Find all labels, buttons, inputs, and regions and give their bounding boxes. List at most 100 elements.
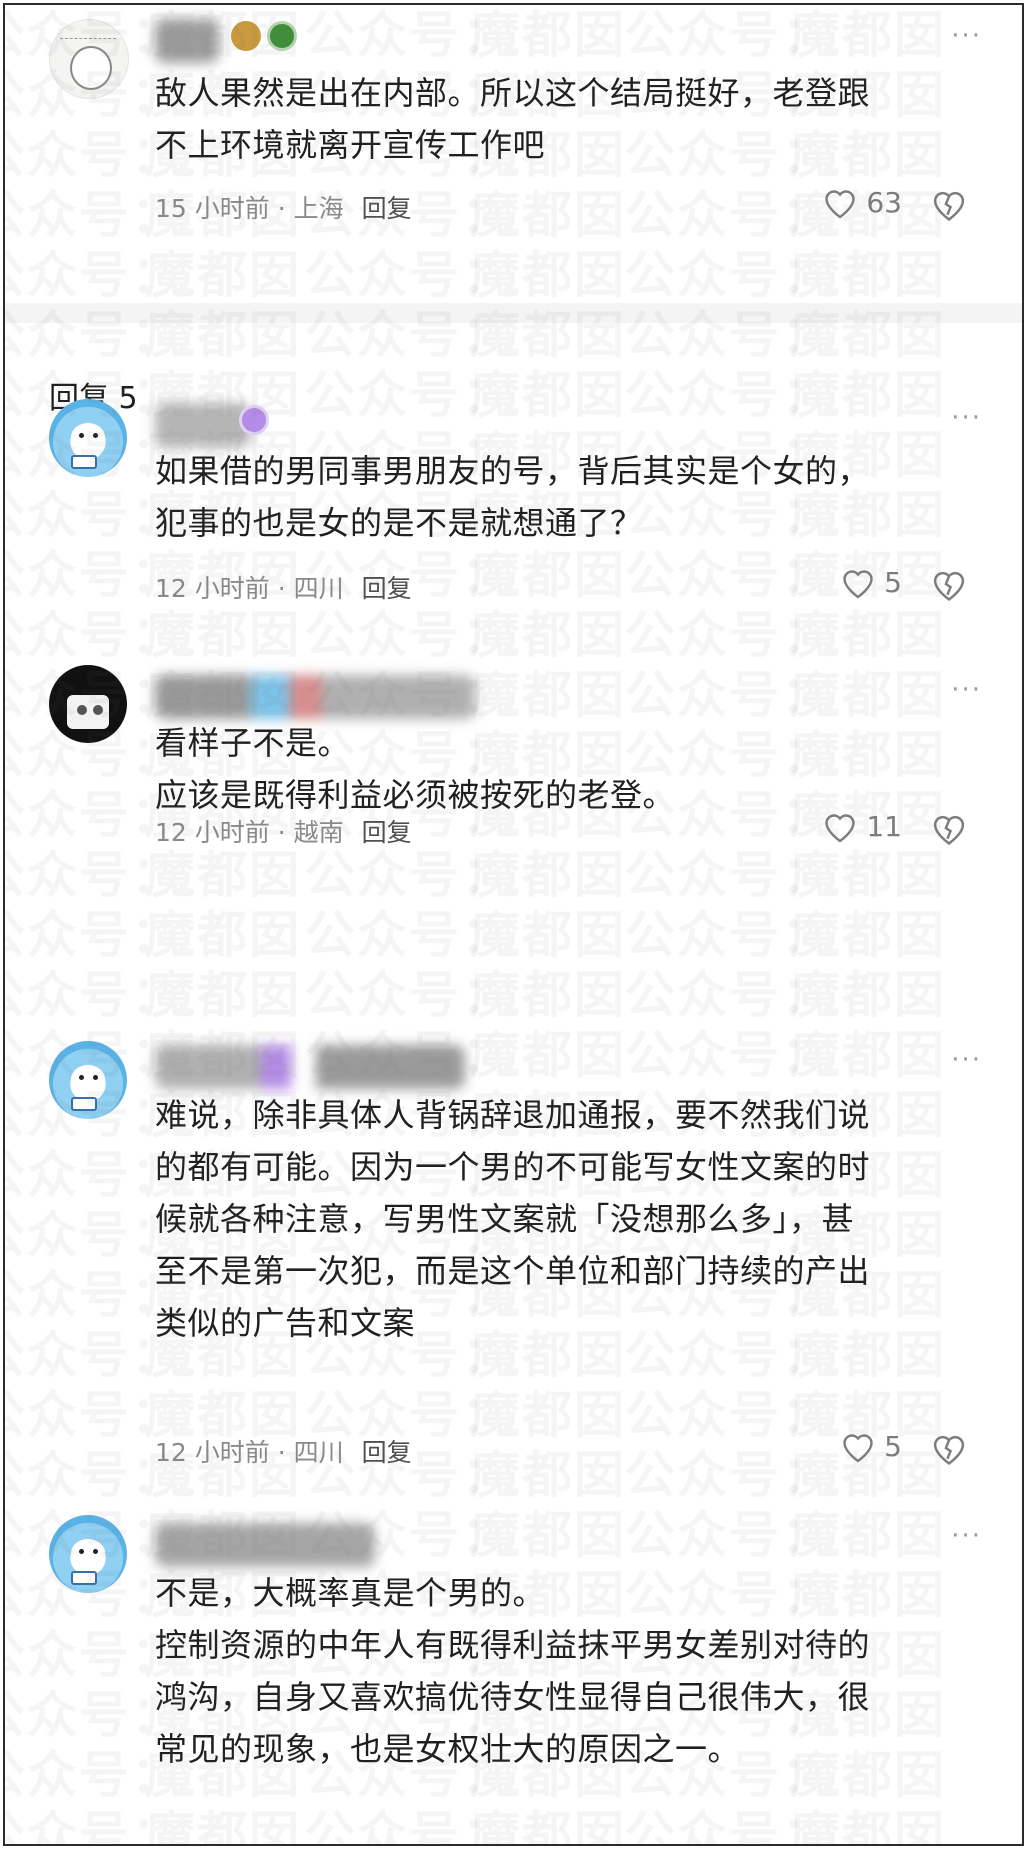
watermark-text: 公众号： xyxy=(305,366,513,424)
broken-heart-icon[interactable] xyxy=(930,1431,968,1465)
separator: · xyxy=(277,574,286,603)
watermark-text: 公众号： xyxy=(625,366,833,424)
more-options-icon[interactable]: ··· xyxy=(951,1045,982,1075)
reply-button[interactable]: 回复 xyxy=(362,1438,412,1467)
watermark-text: 公众号： xyxy=(305,1806,513,1846)
watermark-text: 公众号： xyxy=(625,1506,833,1564)
watermark-text: 魔都囡 xyxy=(470,906,626,964)
watermark-text: 魔都囡 xyxy=(790,846,946,904)
comment-time: 12 小时前 xyxy=(155,574,270,603)
like-count: 5 xyxy=(884,1429,902,1463)
watermark-text: 魔都囡 xyxy=(470,1506,626,1564)
astronaut-badge-icon xyxy=(71,455,97,469)
comment-line: 不是，大概率真是个男的。 xyxy=(155,1574,546,1612)
avatar[interactable] xyxy=(49,19,129,99)
watermark-text: 公众号： xyxy=(625,1386,833,1444)
username-blurred[interactable] xyxy=(155,1523,375,1567)
avatar[interactable] xyxy=(49,665,127,743)
broken-heart-icon[interactable] xyxy=(930,811,968,845)
comment-time: 15 小时前 xyxy=(155,194,270,223)
reply-button[interactable]: 回复 xyxy=(362,818,412,847)
watermark-text: 公众号： xyxy=(305,246,513,304)
watermark-text: 公众号： xyxy=(625,6,833,64)
watermark-text: 魔都囡 xyxy=(145,1806,301,1846)
watermark-text: 魔都囡 xyxy=(790,906,946,964)
like-button[interactable]: 11 xyxy=(822,809,902,843)
username-blurred[interactable] xyxy=(155,19,219,63)
comment-line: 看样子不是。 xyxy=(155,724,351,762)
broken-heart-icon[interactable] xyxy=(930,567,968,601)
heart-icon xyxy=(825,190,856,219)
like-button[interactable]: 5 xyxy=(840,1429,902,1463)
like-button[interactable]: 63 xyxy=(822,185,902,219)
watermark-text: 公众号： xyxy=(5,966,183,1024)
comment-text: 难说，除非具体人背锅辞退加通报，要不然我们说 的都有可能。因为一个男的不可能写女… xyxy=(155,1089,986,1349)
watermark-text: 公众号： xyxy=(625,606,833,664)
comment-meta: 12 小时前 · 四川 回复 xyxy=(155,1433,412,1469)
astronaut-badge-icon xyxy=(71,1097,97,1111)
avatar[interactable] xyxy=(49,1041,127,1119)
watermark-text: 魔都囡 xyxy=(470,246,626,304)
comment-line: 类似的广告和文案 xyxy=(155,1304,416,1342)
avatar[interactable] xyxy=(49,399,127,477)
scribble-decoration xyxy=(60,28,116,39)
avatar[interactable] xyxy=(49,1515,127,1593)
comment-meta: 12 小时前 · 越南 回复 xyxy=(155,813,412,849)
comment-line: 鸿沟，自身又喜欢搞优待女性显得自己很伟大，很 xyxy=(155,1678,871,1716)
like-count: 63 xyxy=(866,185,902,219)
comment-line: 候就各种注意，写男性文案就「没想那么多」，甚 xyxy=(155,1200,855,1238)
eye-dot xyxy=(79,1075,84,1080)
comment-text: 不是，大概率真是个男的。 控制资源的中年人有既得利益抹平男女差别对待的 鸿沟，自… xyxy=(155,1567,986,1775)
character-avatar-icon xyxy=(67,695,109,729)
more-options-icon[interactable]: ··· xyxy=(951,1521,982,1551)
pen-badge-icon xyxy=(239,405,269,435)
separator: · xyxy=(277,1438,286,1467)
comment-meta: 12 小时前 · 四川 回复 xyxy=(155,569,412,605)
eye-dot xyxy=(79,1549,84,1554)
comment-line: 常见的现象，也是女权壮大的原因之一。 xyxy=(155,1730,741,1768)
comment-location: 越南 xyxy=(293,818,344,847)
watermark-text: 魔都囡 xyxy=(470,6,626,64)
watermark-text: 公众号： xyxy=(625,1446,833,1504)
more-options-icon[interactable]: ··· xyxy=(951,403,982,433)
watermark-text: 公众号： xyxy=(625,1806,833,1846)
more-options-icon[interactable]: ··· xyxy=(951,675,982,705)
like-button[interactable]: 5 xyxy=(840,565,902,599)
eye-dot xyxy=(93,433,98,438)
comment-time: 12 小时前 xyxy=(155,1438,270,1467)
comment-location: 四川 xyxy=(293,1438,344,1467)
watermark-text: 魔都囡 xyxy=(790,6,946,64)
watermark-text: 魔都囡 xyxy=(470,846,626,904)
watermark-text: 公众号： xyxy=(625,846,833,904)
watermark-text: 公众号： xyxy=(305,606,513,664)
watermark-text: 公众号： xyxy=(5,906,183,964)
separator: · xyxy=(277,818,286,847)
watermark-text: 公众号： xyxy=(625,906,833,964)
comment-text: 如果借的男同事男朋友的号，背后其实是个女的， 犯事的也是女的是不是就想通了？ xyxy=(155,445,986,549)
watermark-text: 公众号： xyxy=(5,246,183,304)
watermark-text: 魔都囡 xyxy=(790,1026,946,1084)
comment-line: 至不是第一次犯，而是这个单位和部门持续的产出 xyxy=(155,1252,871,1290)
heart-icon xyxy=(843,1434,873,1463)
comment-location: 上海 xyxy=(293,194,344,223)
comment-line: 敌人果然是出在内部。所以这个结局挺好，老登跟 xyxy=(155,74,871,112)
reply-button[interactable]: 回复 xyxy=(362,194,412,223)
username-blurred[interactable] xyxy=(155,675,475,719)
broken-heart-icon[interactable] xyxy=(930,187,968,221)
like-count: 5 xyxy=(884,565,902,599)
watermark-text: 魔都囡 xyxy=(790,246,946,304)
watermark-text: 魔都囡 xyxy=(470,966,626,1024)
username-blurred[interactable] xyxy=(155,1045,465,1089)
watermark-text: 魔都囡 xyxy=(470,366,626,424)
watermark-text: 公众号： xyxy=(625,186,833,244)
more-options-icon[interactable]: ··· xyxy=(951,21,982,51)
comment-line: 控制资源的中年人有既得利益抹平男女差别对待的 xyxy=(155,1626,871,1664)
ear-dot xyxy=(77,705,87,715)
eye-dot xyxy=(93,1075,98,1080)
watermark-text: 公众号： xyxy=(625,1026,833,1084)
reply-button[interactable]: 回复 xyxy=(362,574,412,603)
eye-dot xyxy=(79,433,84,438)
watermark-text: 公众号： xyxy=(625,246,833,304)
username-blurred[interactable] xyxy=(155,403,251,447)
watermark-text: 魔都囡 xyxy=(470,1806,626,1846)
